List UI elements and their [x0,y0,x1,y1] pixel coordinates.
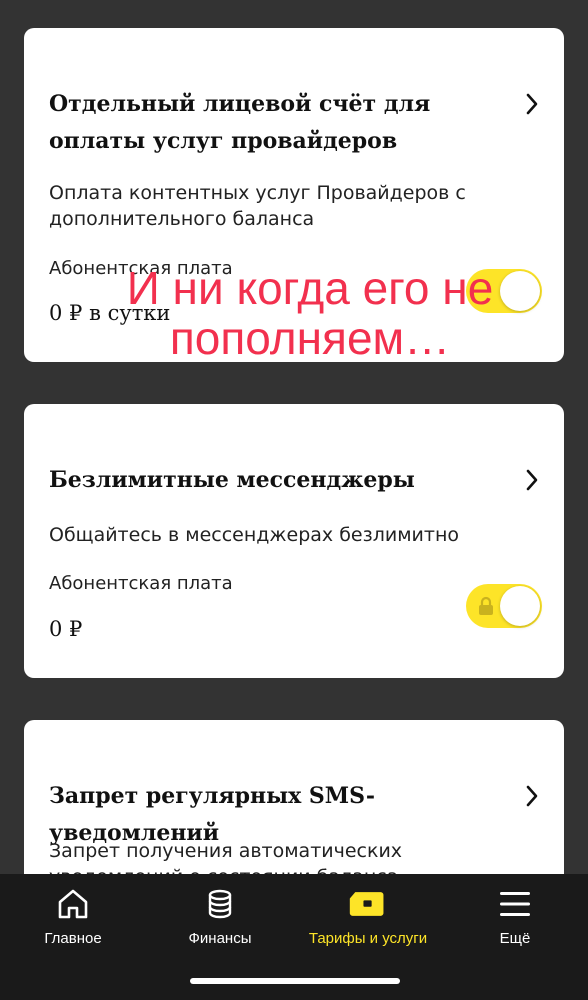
lock-icon [477,596,495,616]
toggle-knob [500,586,540,626]
chevron-right-icon[interactable] [522,468,542,492]
menu-icon [495,884,535,924]
overlay-caption: И ни когда его не пополняем… [126,262,494,364]
tab-home[interactable]: Главное [28,884,118,954]
service-card-unlimited-messengers[interactable]: Безлимитные мессенджеры Общайтесь в месс… [24,404,564,678]
service-title: Отдельный лицевой счёт для оплаты услуг … [49,91,431,154]
chevron-right-icon[interactable] [522,784,542,808]
home-indicator[interactable] [190,978,400,984]
tab-finance[interactable]: Финансы [175,884,265,954]
fee-label: Абонентская плата [49,573,233,594]
services-screen: Отдельный лицевой счёт для оплаты услуг … [0,0,588,1000]
home-icon [53,884,93,924]
tab-label: Ещё [499,930,531,947]
service-description: Общайтесь в мессенджерах безлимитно [49,524,459,546]
tab-label: Финансы [188,930,252,947]
tab-more[interactable]: Ещё [470,884,560,954]
service-description: Оплата контентных услуг Провайдеров с до… [49,182,466,230]
chevron-right-icon[interactable] [522,92,542,116]
service-title: Безлимитные мессенджеры [49,467,415,493]
coins-icon [200,884,240,924]
tab-tariffs-services[interactable]: Тарифы и услуги [298,884,438,954]
sim-card-icon [348,884,388,924]
tab-label: Главное [44,930,102,947]
service-toggle-locked[interactable] [466,584,542,628]
fee-value: 0 ₽ [49,617,83,641]
tab-label: Тарифы и услуги [308,930,428,947]
